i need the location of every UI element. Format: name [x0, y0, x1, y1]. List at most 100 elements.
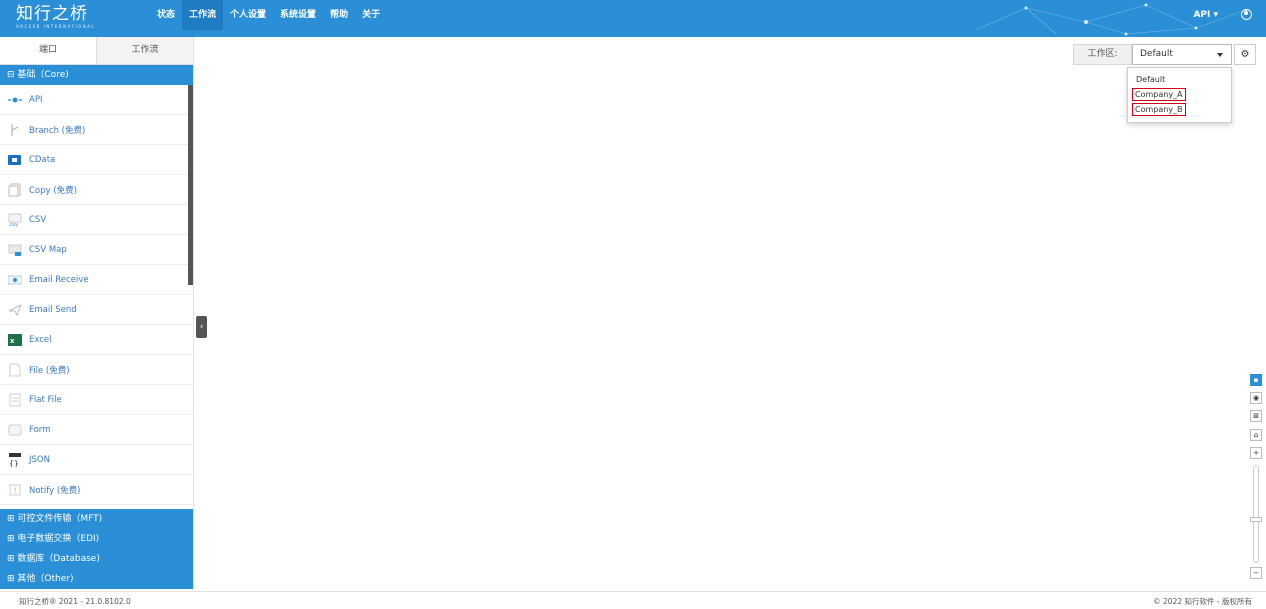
connector-label: Copy (免费)	[29, 185, 77, 196]
flat-file-icon	[8, 393, 22, 407]
json-icon: {}	[8, 452, 22, 468]
workspace-selected-value: Default	[1140, 49, 1173, 59]
connector-form[interactable]: Form	[0, 415, 193, 445]
group-mft-header[interactable]: ⊞ 可控文件传输（MFT)	[0, 509, 193, 529]
api-menu[interactable]: API ▾	[1193, 0, 1218, 30]
preview-button[interactable]: ◉	[1250, 392, 1262, 404]
nav-status[interactable]: 状态	[150, 0, 182, 30]
copy-icon	[8, 183, 22, 197]
user-icon[interactable]	[1241, 9, 1252, 20]
email-receive-icon	[7, 273, 23, 287]
connector-label: Branch (免费)	[29, 125, 86, 136]
zoom-slider-handle[interactable]	[1250, 517, 1262, 522]
logo-text: 知行之桥	[16, 4, 88, 24]
workspace-dropdown: Default Company_A Company_B	[1127, 67, 1232, 123]
svg-text:x: x	[10, 337, 15, 345]
connector-csv-map[interactable]: CSV Map	[0, 235, 193, 265]
svg-text:!: !	[14, 486, 17, 495]
connector-list: API Branch (免费) CData Copy (免费) .csv CSV…	[0, 85, 193, 508]
connector-label: Flat File	[29, 394, 62, 405]
connector-label: Excel	[29, 334, 52, 345]
file-icon	[8, 363, 22, 377]
brand-logo[interactable]: 知行之桥 ARCESB INTERNATIONAL	[16, 3, 136, 33]
footer-version: 知行之桥® 2021 - 21.0.8102.0	[19, 597, 131, 606]
connector-label: Email Send	[29, 304, 77, 315]
branch-icon	[8, 123, 22, 137]
connector-excel[interactable]: x Excel	[0, 325, 193, 355]
email-send-icon	[8, 303, 22, 317]
csv-icon: .csv	[8, 213, 22, 228]
connector-flat-file[interactable]: Flat File	[0, 385, 193, 415]
csv-map-icon	[8, 243, 22, 257]
logo-subtext: ARCESB INTERNATIONAL	[16, 24, 96, 29]
group-other-header[interactable]: ⊞ 其他（Other)	[0, 569, 193, 589]
connector-label: CSV Map	[29, 244, 67, 255]
connector-file[interactable]: File (免费)	[0, 355, 193, 385]
nav-workflow[interactable]: 工作流	[182, 0, 224, 30]
connector-label: Notify (免费)	[29, 485, 81, 496]
connector-label: CData	[29, 154, 56, 165]
gear-icon: ⚙	[1240, 49, 1250, 60]
connector-email-receive[interactable]: Email Receive	[0, 265, 193, 295]
zoom-slider[interactable]	[1253, 465, 1259, 563]
footer-copyright: © 2022 知行软件 - 版权所有	[1153, 597, 1252, 606]
connector-label: Email Receive	[29, 274, 89, 285]
api-icon	[8, 93, 22, 107]
connector-email-send[interactable]: Email Send	[0, 295, 193, 325]
connector-copy[interactable]: Copy (免费)	[0, 175, 193, 205]
save-icon: ▪	[1253, 376, 1259, 384]
sidebar-tabs: 端口 工作流	[0, 37, 193, 65]
zoom-out-button[interactable]: −	[1250, 567, 1262, 579]
workspace-option-company-b[interactable]: Company_B	[1128, 103, 1231, 118]
top-navbar: 知行之桥 ARCESB INTERNATIONAL 状态 工作流 个人设置 系统…	[0, 0, 1266, 37]
plus-icon: +	[1253, 449, 1259, 457]
connector-csv[interactable]: .csv CSV	[0, 205, 193, 235]
workspace-select[interactable]: Default	[1132, 44, 1232, 65]
group-core-header[interactable]: ⊟ 基础（Core)	[0, 65, 193, 85]
minus-icon: −	[1253, 569, 1259, 577]
form-icon	[8, 423, 22, 437]
sidebar-scrollbar[interactable]	[188, 85, 193, 285]
sidebar: 端口 工作流 ⊟ 基础（Core) API Branch (免费) CData …	[0, 37, 194, 591]
connector-label: File (免费)	[29, 365, 70, 376]
home-icon: ⌂	[1253, 431, 1259, 439]
excel-icon: x	[8, 333, 22, 347]
nav-help[interactable]: 帮助	[323, 0, 355, 30]
workspace-label: 工作区:	[1073, 44, 1132, 65]
workspace-option-company-a[interactable]: Company_A	[1128, 88, 1231, 103]
workspace-settings-button[interactable]: ⚙	[1234, 44, 1256, 65]
main-nav: 状态 工作流 个人设置 系统设置 帮助 关于	[150, 0, 387, 30]
connector-cdata[interactable]: CData	[0, 145, 193, 175]
connector-label: CSV	[29, 214, 47, 225]
group-database-header[interactable]: ⊞ 数据库（Database)	[0, 549, 193, 569]
save-button[interactable]: ▪	[1250, 374, 1262, 386]
home-button[interactable]: ⌂	[1250, 429, 1262, 441]
fit-screen-icon: ⊠	[1253, 412, 1259, 420]
connector-label: API	[29, 94, 43, 105]
network-decoration	[975, 3, 1248, 36]
nav-about[interactable]: 关于	[355, 0, 387, 30]
connector-notify[interactable]: ! Notify (免费)	[0, 475, 193, 505]
connector-label: JSON	[29, 454, 50, 465]
group-edi-header[interactable]: ⊞ 电子数据交换（EDI)	[0, 529, 193, 549]
connector-json[interactable]: {} JSON	[0, 445, 193, 475]
connector-branch[interactable]: Branch (免费)	[0, 115, 193, 145]
footer: 知行之桥® 2021 - 21.0.8102.0 © 2022 知行软件 - 版…	[0, 591, 1266, 609]
nav-system-settings[interactable]: 系统设置	[273, 0, 323, 30]
notify-icon: !	[8, 483, 22, 497]
workspace-option-default[interactable]: Default	[1128, 73, 1231, 88]
tab-ports[interactable]: 端口	[0, 37, 97, 64]
svg-text:{}: {}	[9, 459, 19, 467]
collapsed-groups: ⊞ 可控文件传输（MFT) ⊞ 电子数据交换（EDI) ⊞ 数据库（Databa…	[0, 509, 193, 589]
eye-icon: ◉	[1252, 394, 1260, 402]
nav-personal-settings[interactable]: 个人设置	[223, 0, 273, 30]
tab-workflows[interactable]: 工作流	[97, 37, 193, 64]
connector-api[interactable]: API	[0, 85, 193, 115]
cdata-icon	[8, 153, 22, 167]
connector-label: Form	[29, 424, 51, 435]
svg-text:.csv: .csv	[8, 222, 18, 227]
collapse-sidebar-button[interactable]: ‹	[196, 316, 207, 338]
fit-view-button[interactable]: ⊠	[1250, 410, 1262, 422]
chevron-down-icon	[1217, 53, 1223, 57]
zoom-in-button[interactable]: +	[1250, 447, 1262, 459]
